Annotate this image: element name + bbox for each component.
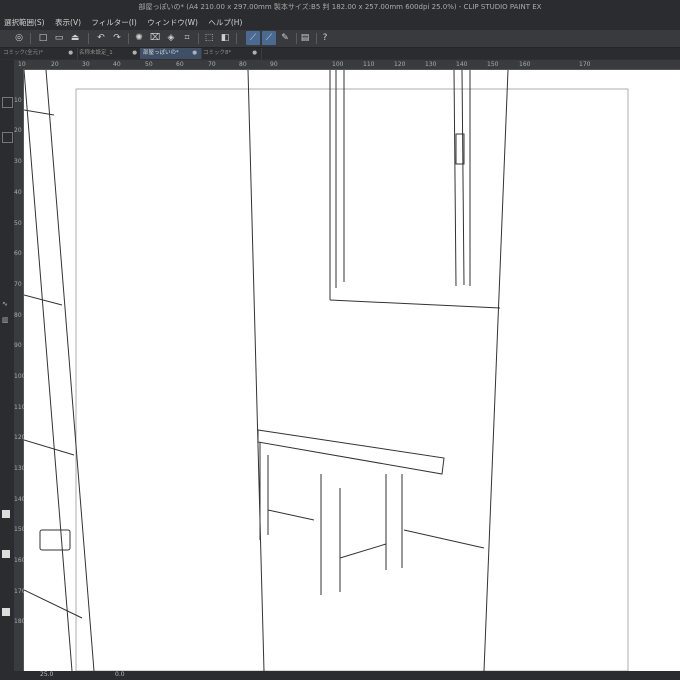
ruler-tick-label: 10 — [18, 61, 26, 68]
color-swatch-icon[interactable] — [2, 608, 10, 616]
left-tool-strip: ∿ ▥ — [0, 60, 14, 672]
tab-close-icon[interactable]: ● — [68, 48, 73, 59]
color-swatch-icon[interactable] — [2, 550, 10, 558]
rotation-value[interactable]: 0.0 — [115, 671, 125, 678]
tab-room[interactable]: 部屋っぽいの* ● — [140, 48, 202, 59]
tab-close-icon[interactable]: ● — [252, 48, 257, 59]
menu-view[interactable]: 表示(V) — [51, 15, 85, 30]
ruler-tick-label: 70 — [208, 61, 216, 68]
drawing-canvas[interactable] — [24, 70, 680, 671]
select-icon[interactable]: ⬚ — [202, 31, 216, 45]
select-icon-2[interactable]: ◧ — [218, 31, 232, 45]
ruler-tick-label: 40 — [14, 189, 22, 196]
ruler-tick-label: 20 — [14, 127, 22, 134]
ruler-tick-label: 60 — [14, 250, 22, 257]
help-icon[interactable]: ? — [318, 31, 332, 45]
ruler-tick-label: 160 — [519, 61, 531, 68]
redo-icon[interactable]: ↷ — [110, 31, 124, 45]
transform-icon[interactable]: ✺ — [132, 31, 146, 45]
layer-icon[interactable]: ▤ — [298, 31, 312, 45]
snap-ruler-icon[interactable]: ⟋ — [246, 31, 260, 45]
ruler-tick-label: 100 — [332, 61, 344, 68]
status-bar: 25.0 0.0 — [0, 671, 680, 680]
ruler-tick-label: 90 — [14, 342, 22, 349]
panel-icon[interactable] — [2, 132, 13, 143]
new-file-icon[interactable]: □ — [36, 31, 50, 45]
ruler-tick-label: 40 — [113, 61, 121, 68]
tab-close-icon[interactable]: ● — [132, 48, 137, 59]
app-icon[interactable]: ◎ — [12, 31, 26, 45]
menu-window[interactable]: ウィンドウ(W) — [143, 15, 202, 30]
tab-comic8[interactable]: コミック8* ● — [200, 48, 262, 59]
open-file-icon[interactable]: ▭ — [52, 31, 66, 45]
tab-untitled[interactable]: 名称未設定_1 ● — [76, 48, 142, 59]
ruler-tick-label: 30 — [82, 61, 90, 68]
zoom-value[interactable]: 25.0 — [40, 671, 53, 678]
ruler-tick-label: 110 — [363, 61, 375, 68]
trash-icon[interactable]: ▥ — [2, 316, 11, 325]
tab-label: コミック8* — [203, 50, 232, 56]
toolbar-separator — [30, 33, 31, 44]
ruler-tick-label: 60 — [176, 61, 184, 68]
toolbar-separator — [236, 33, 237, 44]
tab-label: 部屋っぽいの* — [143, 50, 179, 56]
tab-label: 名称未設定_1 — [79, 50, 113, 56]
color-swatch-icon[interactable] — [2, 510, 10, 518]
menu-help[interactable]: ヘルプ(H) — [204, 15, 246, 30]
ruler-tick-label: 20 — [51, 61, 59, 68]
clear-icon[interactable]: ⌧ — [148, 31, 162, 45]
toolbar-separator — [296, 33, 297, 44]
toolbar-separator — [88, 33, 89, 44]
ruler-tick-label: 70 — [14, 281, 22, 288]
ruler-tick-label: 80 — [239, 61, 247, 68]
ruler-horizontal[interactable]: 10 20 30 40 50 60 70 80 90 100 110 120 1… — [14, 60, 680, 70]
ruler-tick-label: 50 — [14, 220, 22, 227]
navigator-icon[interactable] — [2, 97, 13, 108]
tab-comic-all[interactable]: コミック(全元)* ● — [0, 48, 78, 59]
menu-filter[interactable]: フィルター(I) — [87, 15, 140, 30]
menu-bar: 選択範囲(S) 表示(V) フィルター(I) ウィンドウ(W) ヘルプ(H) — [0, 15, 680, 30]
tab-label: コミック(全元)* — [3, 50, 44, 56]
undo-icon[interactable]: ↶ — [94, 31, 108, 45]
ruler-tick-label: 30 — [14, 158, 22, 165]
ruler-tick-label: 10 — [14, 97, 22, 104]
fill-icon[interactable]: ◈ — [164, 31, 178, 45]
save-icon[interactable]: ⏏ — [68, 31, 82, 45]
ruler-tick-label: 50 — [145, 61, 153, 68]
ruler-tick-label: 80 — [14, 312, 22, 319]
title-bar: 部屋っぽいの* (A4 210.00 x 297.00mm 製本サイズ:B5 判… — [0, 0, 680, 15]
menu-select[interactable]: 選択範囲(S) — [0, 15, 49, 30]
command-bar: ◎ □ ▭ ⏏ ↶ ↷ ✺ ⌧ ◈ ⌗ ⬚ ◧ ⟋ ⟋ ✎ ▤ ? — [0, 30, 680, 48]
ruler-tick-label: 170 — [579, 61, 591, 68]
ruler-tick-label: 150 — [487, 61, 499, 68]
ruler-tick-label: 120 — [394, 61, 406, 68]
ruler-tick-label: 140 — [456, 61, 468, 68]
pen-pressure-icon[interactable]: ✎ — [278, 31, 292, 45]
line-art-room — [24, 70, 629, 671]
window-title: 部屋っぽいの* (A4 210.00 x 297.00mm 製本サイズ:B5 判… — [138, 3, 542, 11]
ruler-tick-label: 90 — [270, 61, 278, 68]
snap-special-icon[interactable]: ⟋ — [262, 31, 276, 45]
toolbar-separator — [316, 33, 317, 44]
toolbar-separator — [128, 33, 129, 44]
document-tabs: コミック(全元)* ● 名称未設定_1 ● 部屋っぽいの* ● コミック8* ● — [0, 48, 680, 59]
toolbar-separator — [198, 33, 199, 44]
wave-icon[interactable]: ∿ — [2, 300, 11, 309]
tab-close-icon[interactable]: ● — [192, 48, 197, 59]
ruler-vertical[interactable]: 10 20 30 40 50 60 70 80 90 100 110 120 1… — [14, 69, 25, 672]
crop-icon[interactable]: ⌗ — [180, 31, 194, 45]
ruler-tick-label: 130 — [425, 61, 437, 68]
